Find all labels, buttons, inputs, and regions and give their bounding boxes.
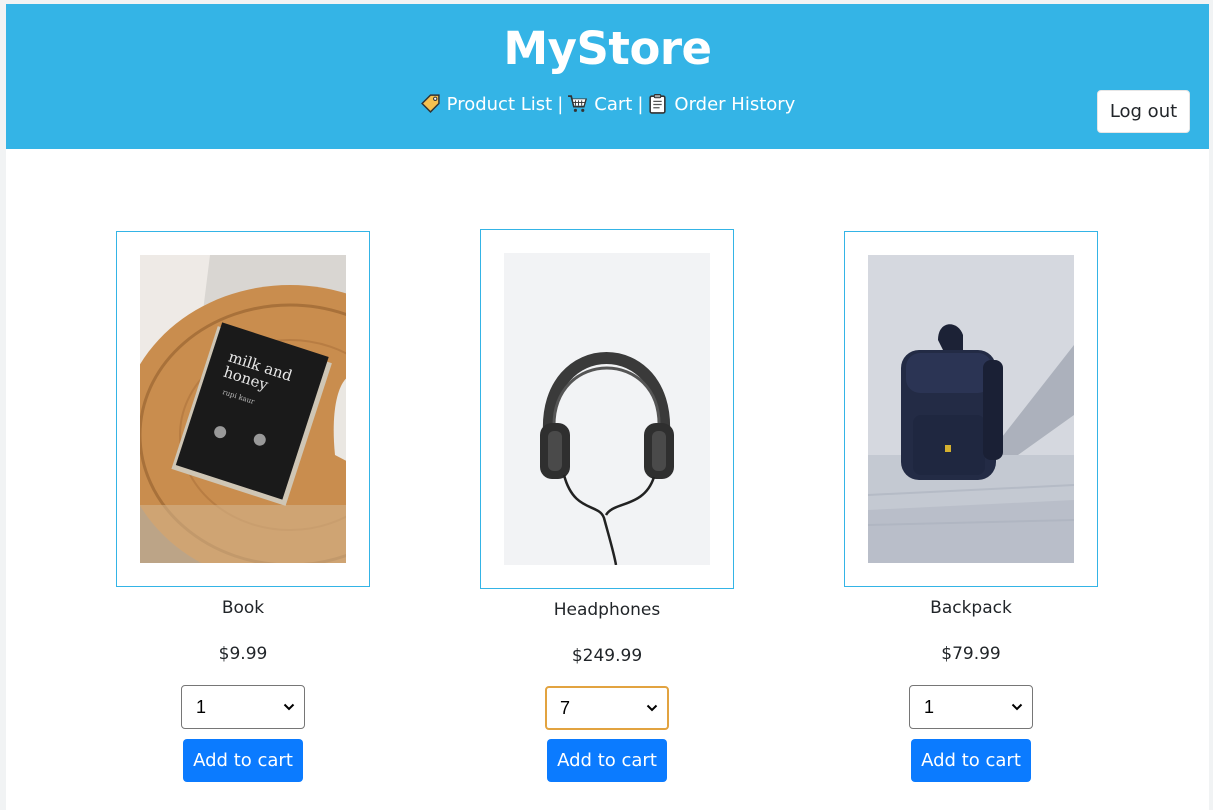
product-image-frame: milk and honey rupi kaur — [116, 231, 370, 587]
add-to-cart-button[interactable]: Add to cart — [183, 739, 303, 782]
price-tag-icon — [420, 94, 440, 113]
product-price: $249.99 — [571, 646, 643, 666]
product-name: Book — [221, 598, 265, 618]
nav-order-history-label: Order History — [674, 94, 796, 115]
product-price: $79.99 — [941, 644, 1001, 664]
nav-separator: | — [637, 94, 644, 115]
backpack-photo — [868, 255, 1074, 563]
shopping-cart-icon — [568, 95, 588, 112]
product-price: $9.99 — [218, 644, 268, 664]
quantity-select[interactable]: 1 — [909, 685, 1033, 729]
product-name: Backpack — [930, 598, 1012, 618]
chevron-down-icon — [646, 704, 658, 712]
quantity-value: 1 — [196, 696, 207, 717]
headphones-photo — [504, 253, 710, 565]
chevron-down-icon — [283, 703, 295, 711]
brand-title: MyStore — [503, 22, 712, 75]
nav-cart[interactable]: Cart — [567, 94, 632, 115]
nav-product-list[interactable]: Product List — [420, 94, 553, 115]
nav-product-list-label: Product List — [446, 94, 553, 115]
site-header: MyStore Product List | Cart | Order History … — [6, 4, 1209, 149]
add-to-cart-button[interactable]: Add to cart — [547, 739, 667, 782]
quantity-value: 1 — [924, 696, 935, 717]
logout-button[interactable]: Log out — [1097, 90, 1190, 133]
nav-order-history[interactable]: Order History — [647, 94, 795, 115]
quantity-select[interactable]: 7 — [545, 686, 669, 730]
nav-separator: | — [557, 94, 564, 115]
clipboard-icon — [649, 94, 667, 114]
product-name: Headphones — [553, 600, 661, 620]
quantity-value: 7 — [560, 697, 571, 718]
chevron-down-icon — [1011, 703, 1023, 711]
book-photo: milk and honey rupi kaur — [140, 255, 346, 563]
nav-cart-label: Cart — [594, 94, 633, 115]
main-nav: Product List | Cart | Order History — [6, 93, 1209, 115]
add-to-cart-button[interactable]: Add to cart — [911, 739, 1031, 782]
product-image-frame — [844, 231, 1098, 587]
product-image-frame — [480, 229, 734, 589]
quantity-select[interactable]: 1 — [181, 685, 305, 729]
